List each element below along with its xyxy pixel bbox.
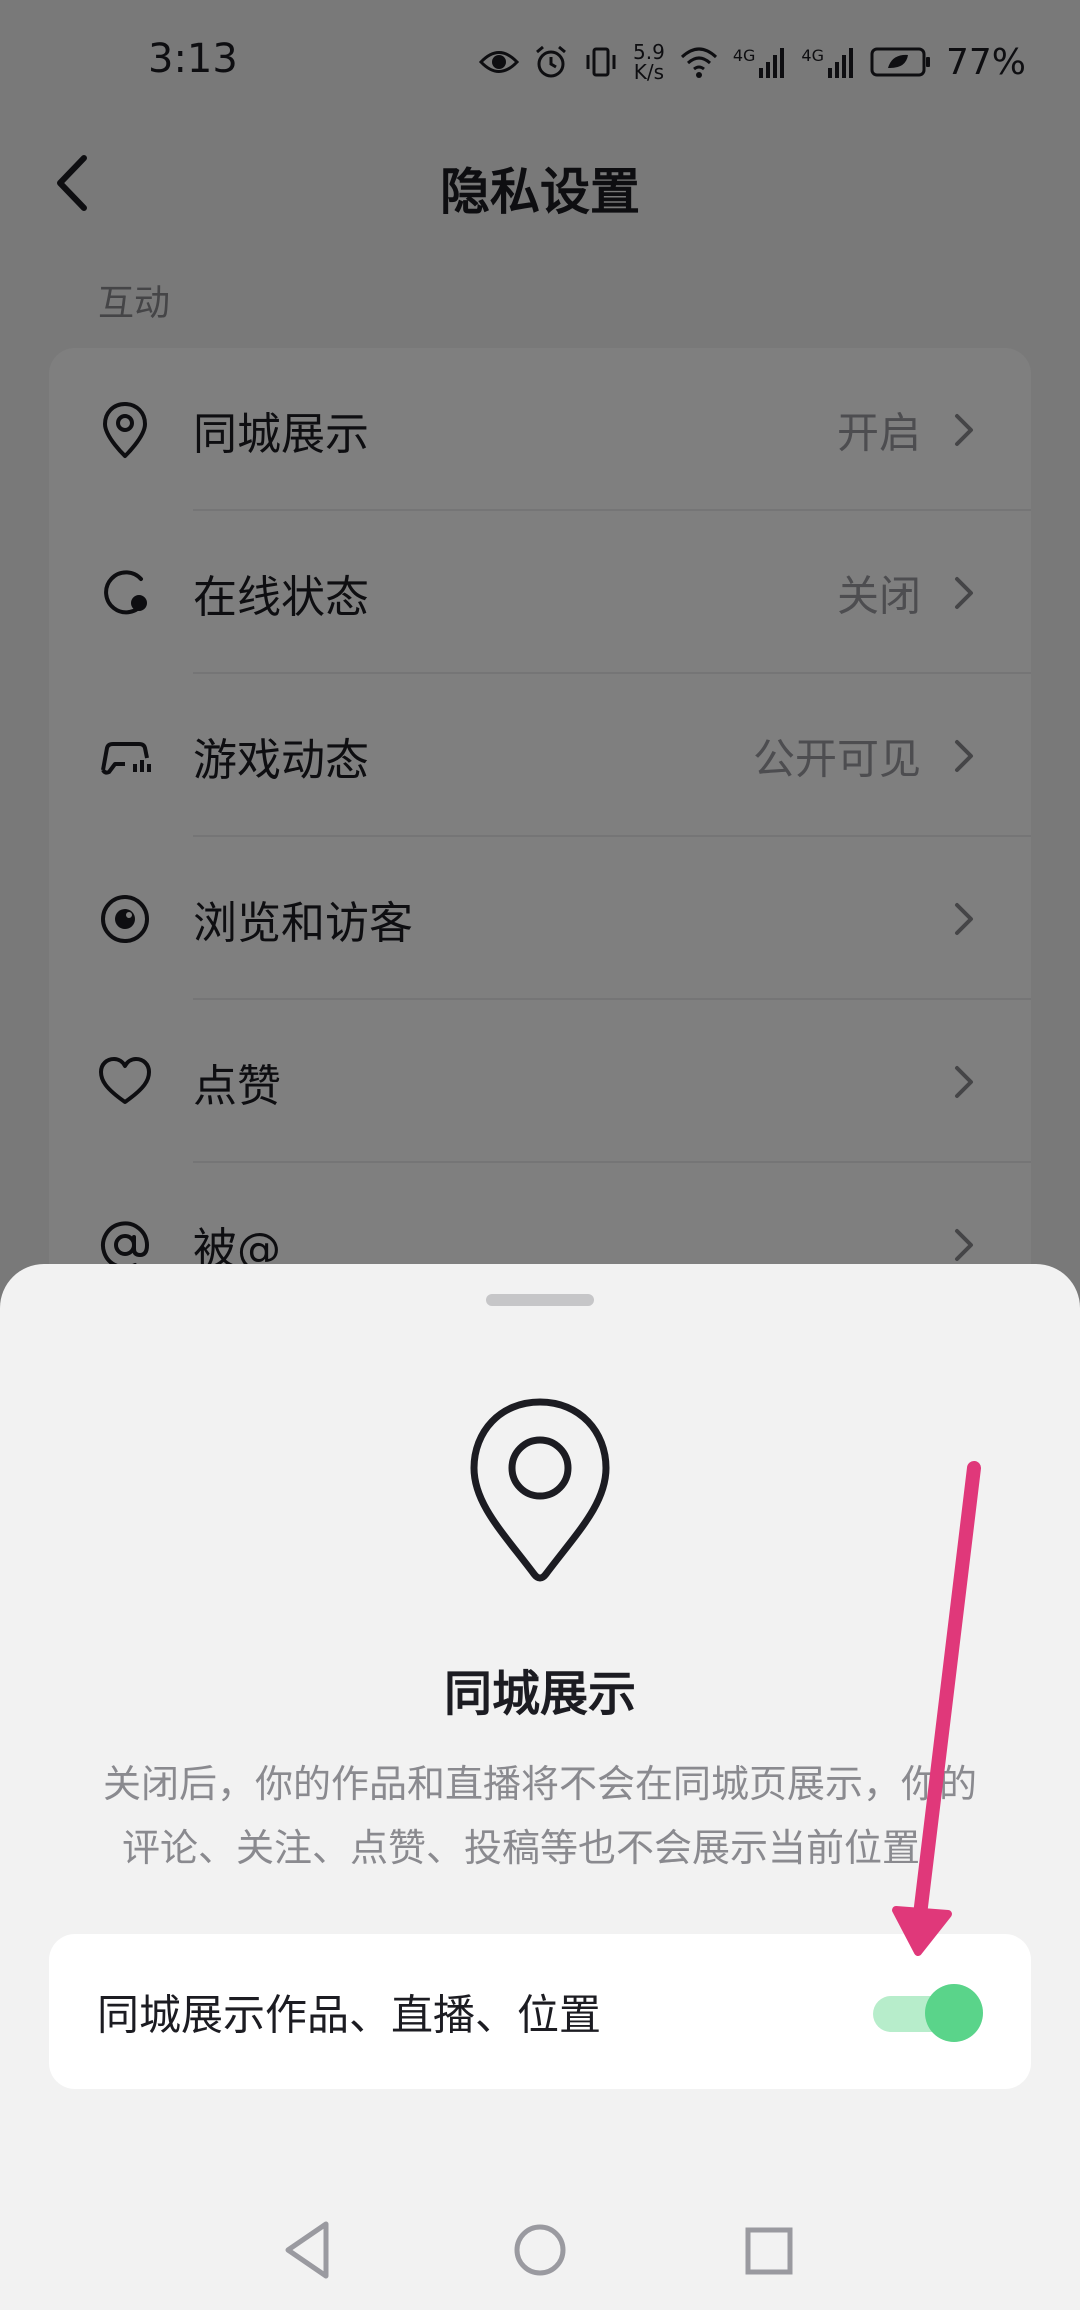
square-recents-icon [745, 2227, 793, 2275]
sheet-description-line: 关闭后，你的作品和直播将不会在同城页展示，你的 [102, 1762, 977, 1806]
nav-recents-button[interactable] [728, 2210, 808, 2290]
nav-home-button[interactable] [500, 2210, 580, 2290]
nearby-toggle-card: 同城展示作品、直播、位置 [49, 1934, 1031, 2089]
bottom-sheet: 同城展示 关闭后，你的作品和直播将不会在同城页展示，你的 评论、关注、点赞、投稿… [0, 1264, 1080, 2310]
triangle-back-icon [285, 2221, 329, 2279]
nearby-display-toggle[interactable] [873, 1983, 983, 2042]
drag-handle[interactable] [486, 1294, 594, 1306]
sheet-description: 关闭后，你的作品和直播将不会在同城页展示，你的 评论、关注、点赞、投稿等也不会展… [50, 1752, 1030, 1880]
toggle-thumb [925, 1983, 983, 2042]
location-pin-icon [470, 1398, 610, 1582]
nav-back-button[interactable] [268, 2210, 348, 2290]
sheet-title: 同城展示 [443, 1666, 636, 1722]
toggle-label: 同城展示作品、直播、位置 [97, 1990, 602, 2039]
system-navigation-bar [0, 2190, 1080, 2310]
sheet-description-line: 评论、关注、点赞、投稿等也不会展示当前位置。 [121, 1826, 958, 1870]
circle-home-icon [514, 2224, 566, 2276]
